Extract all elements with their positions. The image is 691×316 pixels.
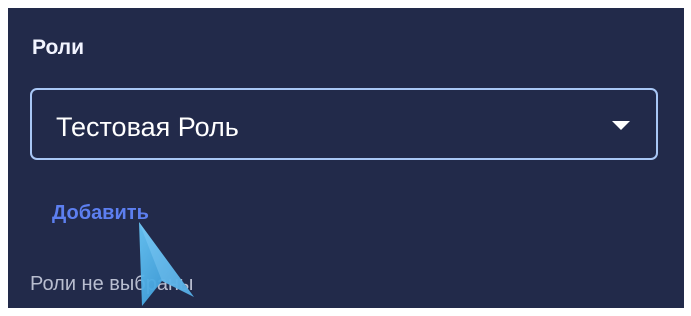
chevron-down-icon[interactable]: [612, 121, 630, 130]
roles-empty-message: Роли не выбраны: [30, 273, 194, 295]
role-select-value: Тестовая Роль: [56, 112, 239, 142]
add-role-button[interactable]: Добавить: [52, 201, 149, 225]
roles-panel: Роли Тестовая Роль Добавить Роли не выбр…: [8, 8, 684, 308]
role-select[interactable]: Тестовая Роль: [30, 88, 658, 160]
roles-section-title: Роли: [32, 36, 85, 59]
